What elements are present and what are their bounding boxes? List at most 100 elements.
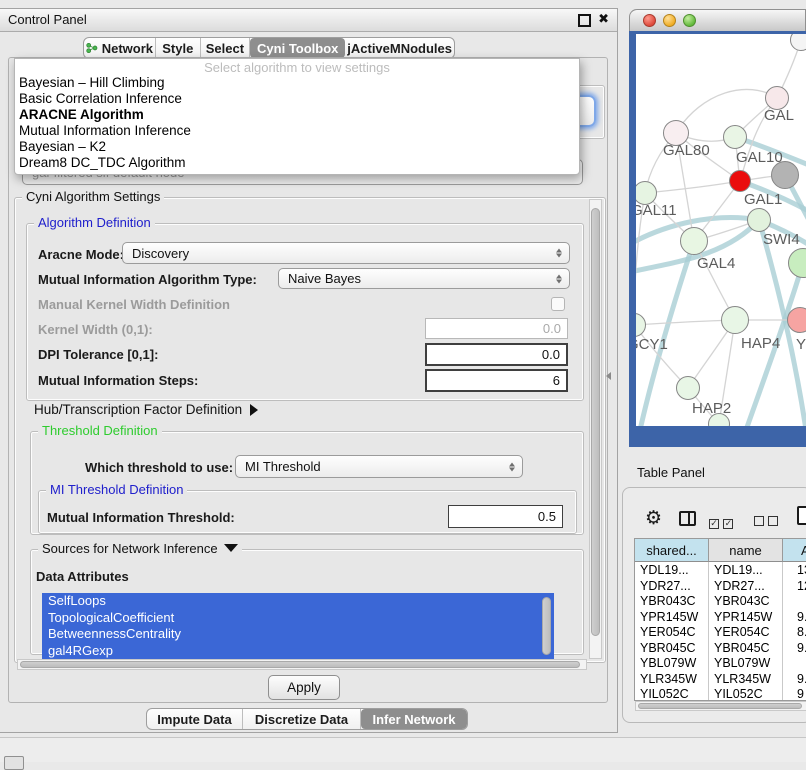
mi-steps-input[interactable]: [425, 369, 568, 392]
table-cell[interactable]: YDL19...: [635, 563, 709, 577]
network-node-gal4[interactable]: [680, 227, 708, 255]
tab-jactivemnodules-label: jActiveMNodules: [347, 41, 452, 56]
table-cell[interactable]: YER054C: [635, 625, 709, 639]
table-cell[interactable]: YBL079W: [709, 656, 783, 670]
table-cell[interactable]: YDR27...: [709, 579, 783, 593]
dpi-tolerance-label: DPI Tolerance [0,1]:: [38, 347, 158, 362]
gear-icon[interactable]: ⚙: [645, 507, 662, 530]
column-header-name[interactable]: name: [709, 539, 783, 562]
column-header-partial[interactable]: A: [783, 539, 806, 562]
float-panel-icon[interactable]: [578, 14, 591, 27]
table-hscroll-track[interactable]: [635, 701, 806, 711]
table-cell[interactable]: 9.: [783, 641, 806, 655]
table-cell[interactable]: YDL19...: [709, 563, 783, 577]
deselect-all-icon[interactable]: [754, 513, 778, 531]
table-cell[interactable]: YIL052C: [709, 687, 783, 701]
table-cell[interactable]: 9: [783, 687, 806, 701]
attribute-list-item[interactable]: TopologicalCoefficient: [42, 610, 554, 627]
settings-hscroll-thumb[interactable]: [20, 661, 580, 668]
table-cell[interactable]: 8.: [783, 625, 806, 639]
bottom-left-toggle[interactable]: [4, 756, 24, 770]
attribute-list-item[interactable]: gal4RGexp: [42, 643, 554, 660]
algorithm-list-item[interactable]: ARACNE Algorithm: [15, 107, 579, 123]
settings-vscroll-thumb[interactable]: [591, 208, 600, 636]
network-node-y[interactable]: [787, 307, 806, 333]
algorithm-list-item[interactable]: Bayesian – K2: [15, 139, 579, 155]
popup-placeholder: Select algorithm to view settings: [15, 59, 579, 75]
zoom-window-icon[interactable]: [683, 14, 696, 27]
table-cell[interactable]: YIL052C: [635, 687, 709, 701]
table-cell[interactable]: YBL079W: [635, 656, 709, 670]
select-all-icon[interactable]: ✓ ✓: [709, 513, 733, 531]
network-node[interactable]: [771, 161, 799, 189]
table-cell[interactable]: 13: [783, 563, 806, 577]
apply-button[interactable]: Apply: [268, 675, 340, 700]
export-table-icon[interactable]: [797, 506, 806, 525]
tab-cyni-toolbox-label: Cyni Toolbox: [257, 41, 338, 56]
tab-impute-data[interactable]: Impute Data: [147, 709, 243, 729]
algorithm-list-item[interactable]: Basic Correlation Inference: [15, 91, 579, 107]
sources-title-text: Sources for Network Inference: [42, 541, 218, 556]
attribute-list-item[interactable]: SelfLoops: [42, 593, 554, 610]
network-node-swi4[interactable]: [747, 208, 771, 232]
mi-threshold-label: Mutual Information Threshold:: [47, 510, 235, 525]
node-label: SWI4: [763, 231, 800, 248]
dpi-tolerance-input[interactable]: [425, 343, 568, 366]
table-cell[interactable]: YLR345W: [709, 672, 783, 686]
tab-impute-data-label: Impute Data: [157, 712, 231, 727]
data-attributes-list[interactable]: SelfLoopsTopologicalCoefficientBetweenne…: [42, 593, 554, 660]
aracne-mode-combo[interactable]: Discovery: [122, 242, 570, 264]
settings-hscroll-track[interactable]: [17, 659, 587, 670]
split-columns-icon[interactable]: [679, 511, 696, 526]
table-cell[interactable]: YBR043C: [709, 594, 783, 608]
hub-definition-expander[interactable]: Hub/Transcription Factor Definition: [34, 402, 258, 417]
algorithm-list-item[interactable]: Dream8 DC_TDC Algorithm: [15, 155, 579, 171]
which-threshold-combo[interactable]: MI Threshold: [235, 455, 523, 478]
network-view-canvas[interactable]: GALGAL80GAL10GAL1GAL11SWI4GAL4GCY1HAP4YH…: [636, 34, 806, 426]
mi-threshold-input[interactable]: [448, 505, 563, 528]
table-cell[interactable]: 9.: [783, 610, 806, 624]
column-header-shared-name[interactable]: shared...: [635, 539, 709, 562]
algorithm-list-item[interactable]: Mutual Information Inference: [15, 123, 579, 139]
network-node-gal1[interactable]: [729, 170, 751, 192]
table-cell[interactable]: YER054C: [709, 625, 783, 639]
splitter-collapse-icon[interactable]: [606, 372, 611, 380]
network-node-gal10[interactable]: [723, 125, 747, 149]
tab-select[interactable]: Select: [201, 38, 251, 58]
manual-kernel-checkbox[interactable]: [551, 297, 565, 311]
settings-vscroll-track[interactable]: [589, 199, 602, 659]
tab-network[interactable]: Network: [84, 38, 156, 58]
close-window-icon[interactable]: [643, 14, 656, 27]
tab-cyni-toolbox[interactable]: Cyni Toolbox: [250, 38, 345, 58]
minimize-window-icon[interactable]: [663, 14, 676, 27]
node-attribute-table[interactable]: shared... name A YDL19...YDL19...13YDR27…: [634, 538, 806, 701]
control-panel-titlebar[interactable]: Control Panel ✖: [0, 9, 617, 32]
node-label: GCY1: [636, 336, 668, 353]
table-hscroll-thumb[interactable]: [638, 703, 802, 709]
table-cell[interactable]: YLR345W: [635, 672, 709, 686]
tab-style[interactable]: Style: [156, 38, 201, 58]
table-panel-title: Table Panel: [637, 465, 705, 480]
mi-threshold-group-title: MI Threshold Definition: [46, 482, 187, 497]
algorithm-list-item[interactable]: Bayesian – Hill Climbing: [15, 75, 579, 91]
close-panel-icon[interactable]: ✖: [598, 11, 609, 27]
table-cell[interactable]: 12: [783, 579, 806, 593]
table-cell[interactable]: 9.: [783, 672, 806, 686]
network-window-titlebar[interactable]: [629, 9, 806, 31]
table-cell[interactable]: YPR145W: [709, 610, 783, 624]
network-node-hap4[interactable]: [721, 306, 749, 334]
network-node-hap2[interactable]: [676, 376, 700, 400]
table-cell[interactable]: YBR045C: [635, 641, 709, 655]
table-cell[interactable]: YDR27...: [635, 579, 709, 593]
table-cell[interactable]: YPR145W: [635, 610, 709, 624]
kernel-width-input[interactable]: [425, 318, 568, 339]
stepper-icon: [555, 273, 562, 284]
table-cell[interactable]: YBR043C: [635, 594, 709, 608]
attribute-list-item[interactable]: BetweennessCentrality: [42, 626, 554, 643]
table-cell[interactable]: YBR045C: [709, 641, 783, 655]
tab-discretize-data[interactable]: Discretize Data: [243, 709, 361, 729]
attributes-scrollbar[interactable]: [542, 597, 551, 655]
tab-infer-network[interactable]: Infer Network: [361, 709, 467, 729]
mi-type-combo[interactable]: Naive Bayes: [278, 268, 570, 289]
tab-jactivemnodules[interactable]: jActiveMNodules: [345, 38, 454, 58]
